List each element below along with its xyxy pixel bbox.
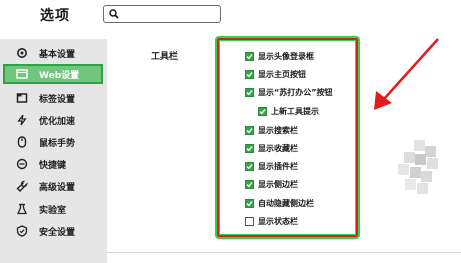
checkbox-checked[interactable] [245,51,254,61]
shield-icon [15,224,29,238]
option-label: 显示“苏打办公”按钮 [258,87,333,97]
option-show-suda-office-button[interactable]: 显示“苏打办公”按钮 [245,86,333,98]
checkbox-unchecked[interactable] [245,216,254,226]
search-box[interactable] [103,5,221,23]
tab-icon [15,91,29,105]
sidebar-item-security[interactable]: 安全设置 [0,221,107,241]
option-show-avatar-login[interactable]: 显示头像登录框 [245,50,314,62]
option-show-sidebar[interactable]: 显示侧边栏 [245,178,298,190]
option-label: 自动隐藏侧边栏 [258,198,314,208]
search-input[interactable] [122,7,218,21]
wrench-icon [15,179,29,193]
checkbox-checked[interactable] [245,125,254,135]
sidebar-item-label: 鼠标手势 [39,138,76,149]
sidebar-item-tabs[interactable]: 标签设置 [0,88,107,108]
red-arrow-icon [374,38,439,110]
sidebar-item-label: 实验室 [39,205,67,216]
option-label: 显示头像登录框 [258,51,314,61]
checkbox-checked[interactable] [245,87,254,97]
option-label: 显示主页按钮 [258,69,306,79]
option-label: 显示收藏栏 [258,143,298,153]
option-label: 上新工具提示 [271,106,319,116]
sidebar-item-optimize[interactable]: 优化加速 [0,110,107,130]
sidebar-item-advanced[interactable]: 高级设置 [0,176,107,196]
sidebar-item-label: 高级设置 [39,182,76,193]
sidebar-item-label: 标签设置 [39,94,76,105]
sidebar-item-label: 安全设置 [39,227,76,238]
flask-icon [15,202,29,216]
option-show-search-bar[interactable]: 显示搜索栏 [245,124,298,136]
option-auto-hide-sidebar[interactable]: 自动隐藏侧边栏 [245,197,314,209]
sidebar-item-label: 优化加速 [39,116,76,127]
sidebar: 基本设置 Web设置 标签设置 优化加速 鼠标手势 快捷键 高级设置 实验室 安… [0,39,107,263]
checkbox-checked[interactable] [245,179,254,189]
blurred-region [396,140,446,200]
sidebar-item-basic[interactable]: 基本设置 [0,43,107,63]
option-show-status-bar[interactable]: 显示状态栏 [245,215,298,227]
option-show-home-button[interactable]: 显示主页按钮 [245,68,306,80]
option-label: 显示插件栏 [258,161,298,171]
checkbox-checked[interactable] [245,161,254,171]
checkbox-checked[interactable] [245,198,254,208]
sidebar-item-mouse-gesture[interactable]: 鼠标手势 [0,132,107,152]
sidebar-item-shortcuts[interactable]: 快捷键 [0,154,107,174]
lightning-icon [15,113,29,127]
option-new-tool-tip[interactable]: 上新工具提示 [258,105,319,117]
option-show-extensions-bar[interactable]: 显示插件栏 [245,160,298,172]
mouse-icon [15,135,29,149]
web-icon [15,67,29,81]
window-title: 选项 [40,8,70,24]
sidebar-item-label: 基本设置 [39,49,76,60]
sidebar-item-lab[interactable]: 实验室 [0,199,107,219]
options-window: 选项 基本设置 Web设置 标签设置 优化加速 鼠标手势 快捷键 高级设置 实验… [0,0,461,263]
option-show-favorites-bar[interactable]: 显示收藏栏 [245,142,298,154]
keyboard-icon [15,157,29,171]
option-label: 显示状态栏 [258,216,298,226]
checkbox-checked[interactable] [258,106,267,116]
sidebar-item-label: Web设置 [39,70,80,81]
search-icon [109,9,119,19]
toolbar-group-label: 工具栏 [151,52,179,62]
divider [107,252,461,253]
sidebar-item-label: 快捷键 [39,160,67,171]
option-label: 显示搜索栏 [258,125,298,135]
gear-icon [15,46,29,60]
checkbox-checked[interactable] [245,69,254,79]
sidebar-item-web[interactable]: Web设置 [3,64,103,84]
option-label: 显示侧边栏 [258,179,298,189]
checkbox-checked[interactable] [245,143,254,153]
